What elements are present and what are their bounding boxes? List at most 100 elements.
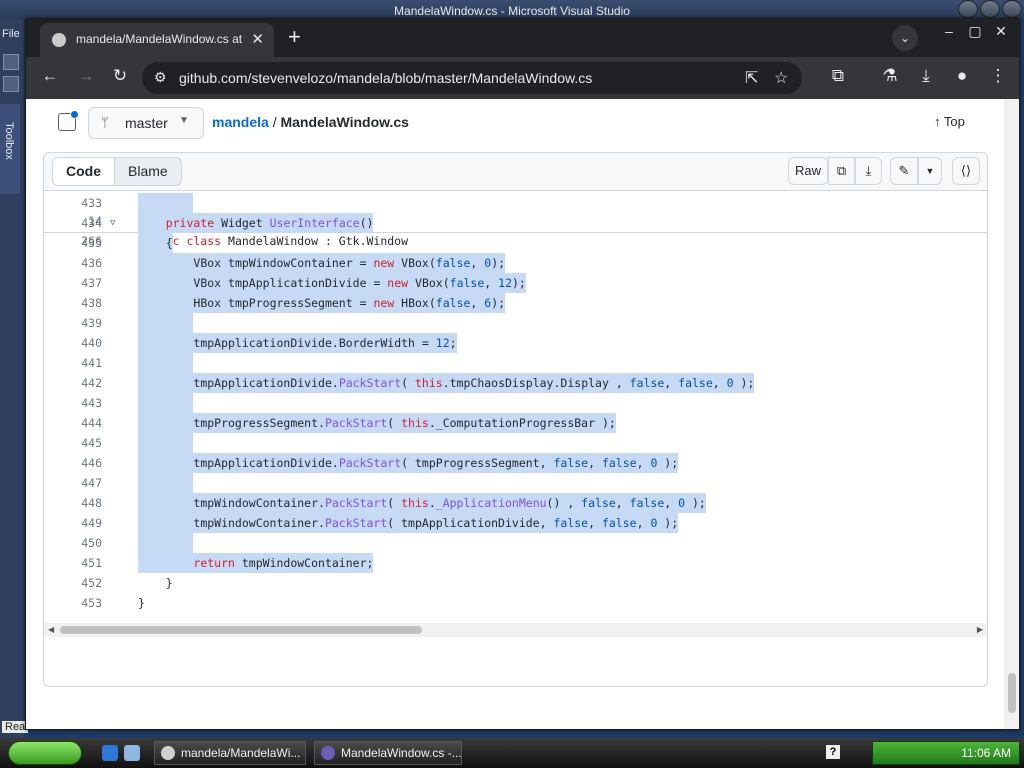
code-line[interactable]: 453} (44, 593, 987, 613)
close-icon[interactable]: ✕ (988, 23, 1014, 40)
browser-tab[interactable]: mandela/MandelaWindow.cs at ma ✕ (40, 23, 274, 57)
star-icon[interactable]: ☆ (774, 68, 788, 88)
line-number[interactable]: 434 (44, 213, 102, 233)
code-line[interactable]: 444 tmpProgressSegment.PackStart( this._… (44, 413, 987, 433)
line-number[interactable]: 433 (44, 193, 102, 213)
line-code: tmpApplicationDivide.PackStart( this.tmp… (138, 373, 755, 393)
edit-icon[interactable]: ✎ (890, 157, 918, 185)
line-code (138, 393, 194, 413)
code-line[interactable]: 447 (44, 473, 987, 493)
code-line[interactable]: 434 ▽ private Widget UserInterface() (44, 213, 987, 233)
clock[interactable]: 11:06 AM (961, 746, 1011, 760)
line-number[interactable]: 446 (44, 453, 102, 473)
site-info-icon[interactable]: ⚙ (154, 69, 167, 86)
minimize-icon[interactable]: – (936, 23, 962, 39)
code-line[interactable]: 433 (44, 193, 987, 213)
tab-search-icon[interactable]: ⌄ (892, 25, 918, 51)
line-number[interactable]: 439 (44, 313, 102, 333)
scroll-left-icon[interactable]: ◀ (48, 623, 54, 637)
code-line[interactable]: 436 VBox tmpWindowContainer = new VBox(f… (44, 253, 987, 273)
code-line[interactable]: 443 (44, 393, 987, 413)
profile-icon[interactable]: ● (950, 66, 974, 86)
line-code: tmpApplicationDivide.BorderWidth = 12; (138, 333, 457, 353)
extensions-icon[interactable]: ⧉ (826, 66, 850, 86)
vs-menu-file[interactable]: File (2, 28, 20, 40)
code-line[interactable]: 442 tmpApplicationDivide.PackStart( this… (44, 373, 987, 393)
vertical-scrollbar[interactable] (1004, 99, 1019, 729)
vs-tool-icon[interactable] (3, 76, 19, 92)
line-number[interactable]: 451 (44, 553, 102, 573)
taskbar-vs-button[interactable]: MandelaWindow.cs -... (314, 741, 462, 765)
line-number[interactable]: 452 (44, 573, 102, 593)
help-icon[interactable]: ? (826, 745, 840, 759)
code-tab[interactable]: Code (53, 158, 115, 185)
code-line[interactable]: 440 tmpApplicationDivide.BorderWidth = 1… (44, 333, 987, 353)
line-number[interactable]: 440 (44, 333, 102, 353)
code-line[interactable]: 438 HBox tmpProgressSegment = new HBox(f… (44, 293, 987, 313)
reload-icon[interactable]: ↻ (108, 66, 132, 86)
start-button[interactable] (8, 741, 82, 765)
desktop-icon[interactable] (124, 745, 140, 761)
address-bar[interactable]: ⚙ github.com/stevenvelozo/mandela/blob/m… (142, 62, 802, 94)
install-icon[interactable]: ⇱ (745, 68, 758, 88)
line-number[interactable]: 447 (44, 473, 102, 493)
code-line[interactable]: 446 tmpApplicationDivide.PackStart( tmpP… (44, 453, 987, 473)
line-number[interactable]: 436 (44, 253, 102, 273)
horizontal-scroll-thumb[interactable] (60, 626, 422, 634)
vs-close-button[interactable] (1002, 0, 1022, 18)
vs-minimize-button[interactable] (958, 0, 978, 18)
tab-close-icon[interactable]: ✕ (251, 30, 264, 48)
fold-chevron-icon[interactable]: ▽ (110, 213, 115, 233)
line-number[interactable]: 445 (44, 433, 102, 453)
line-number[interactable]: 443 (44, 393, 102, 413)
line-number[interactable]: 442 (44, 373, 102, 393)
code-line[interactable]: 451 return tmpWindowContainer; (44, 553, 987, 573)
line-number[interactable]: 449 (44, 513, 102, 533)
raw-button[interactable]: Raw (788, 157, 828, 185)
edit-dropdown-icon[interactable]: ▼ (918, 157, 942, 185)
code-line[interactable]: 441 (44, 353, 987, 373)
vs-tool-icon[interactable] (3, 54, 19, 70)
code-line[interactable]: 448 tmpWindowContainer.PackStart( this._… (44, 493, 987, 513)
forward-icon[interactable]: → (74, 66, 98, 86)
labs-icon[interactable]: ⚗ (878, 66, 902, 86)
code-line[interactable]: 445 (44, 433, 987, 453)
line-number[interactable]: 438 (44, 293, 102, 313)
line-code (138, 433, 194, 453)
restore-icon[interactable]: ▢ (962, 23, 988, 40)
line-number[interactable]: 437 (44, 273, 102, 293)
code-line[interactable]: 435 { (44, 233, 987, 253)
vertical-scroll-thumb[interactable] (1008, 673, 1016, 713)
download-icon[interactable]: ⤓ (914, 66, 938, 86)
visual-studio-icon (321, 746, 335, 760)
line-number[interactable]: 450 (44, 533, 102, 553)
code-line[interactable]: 450 (44, 533, 987, 553)
line-number[interactable]: 448 (44, 493, 102, 513)
line-number[interactable]: 441 (44, 353, 102, 373)
branch-selector-button[interactable]: ᛘ master ▼ (88, 107, 204, 139)
symbols-icon[interactable]: ⟨⟩ (952, 157, 980, 185)
line-number[interactable]: 444 (44, 413, 102, 433)
vs-maximize-button[interactable] (980, 0, 1000, 18)
back-icon[interactable]: ← (38, 66, 62, 86)
code-line[interactable]: 437 VBox tmpApplicationDivide = new VBox… (44, 273, 987, 293)
new-tab-icon[interactable]: + (288, 25, 301, 49)
url-text[interactable]: github.com/stevenvelozo/mandela/blob/mas… (179, 70, 592, 86)
download-raw-icon[interactable]: ⤓ (855, 157, 882, 185)
code-line[interactable]: 452 } (44, 573, 987, 593)
code-line[interactable]: 449 tmpWindowContainer.PackStart( tmpApp… (44, 513, 987, 533)
taskbar-chrome-button[interactable]: mandela/MandelaWi... (154, 741, 306, 765)
code-line[interactable]: 439 (44, 313, 987, 333)
line-number[interactable]: 435 (44, 233, 102, 253)
horizontal-scrollbar[interactable]: ◀ ▶ (44, 623, 987, 637)
menu-icon[interactable]: ⋮ (986, 66, 1010, 86)
copy-icon[interactable]: ⧉ (828, 157, 855, 185)
task-label: MandelaWindow.cs -... (341, 746, 462, 760)
sidebar-toggle-icon[interactable] (58, 110, 79, 131)
line-number[interactable]: 453 (44, 593, 102, 613)
blame-tab[interactable]: Blame (115, 158, 181, 185)
breadcrumb-repo-link[interactable]: mandela (212, 114, 269, 130)
top-button[interactable]: ↑ Top (934, 114, 965, 129)
scroll-right-icon[interactable]: ▶ (977, 623, 983, 637)
ie-icon[interactable] (102, 745, 118, 761)
